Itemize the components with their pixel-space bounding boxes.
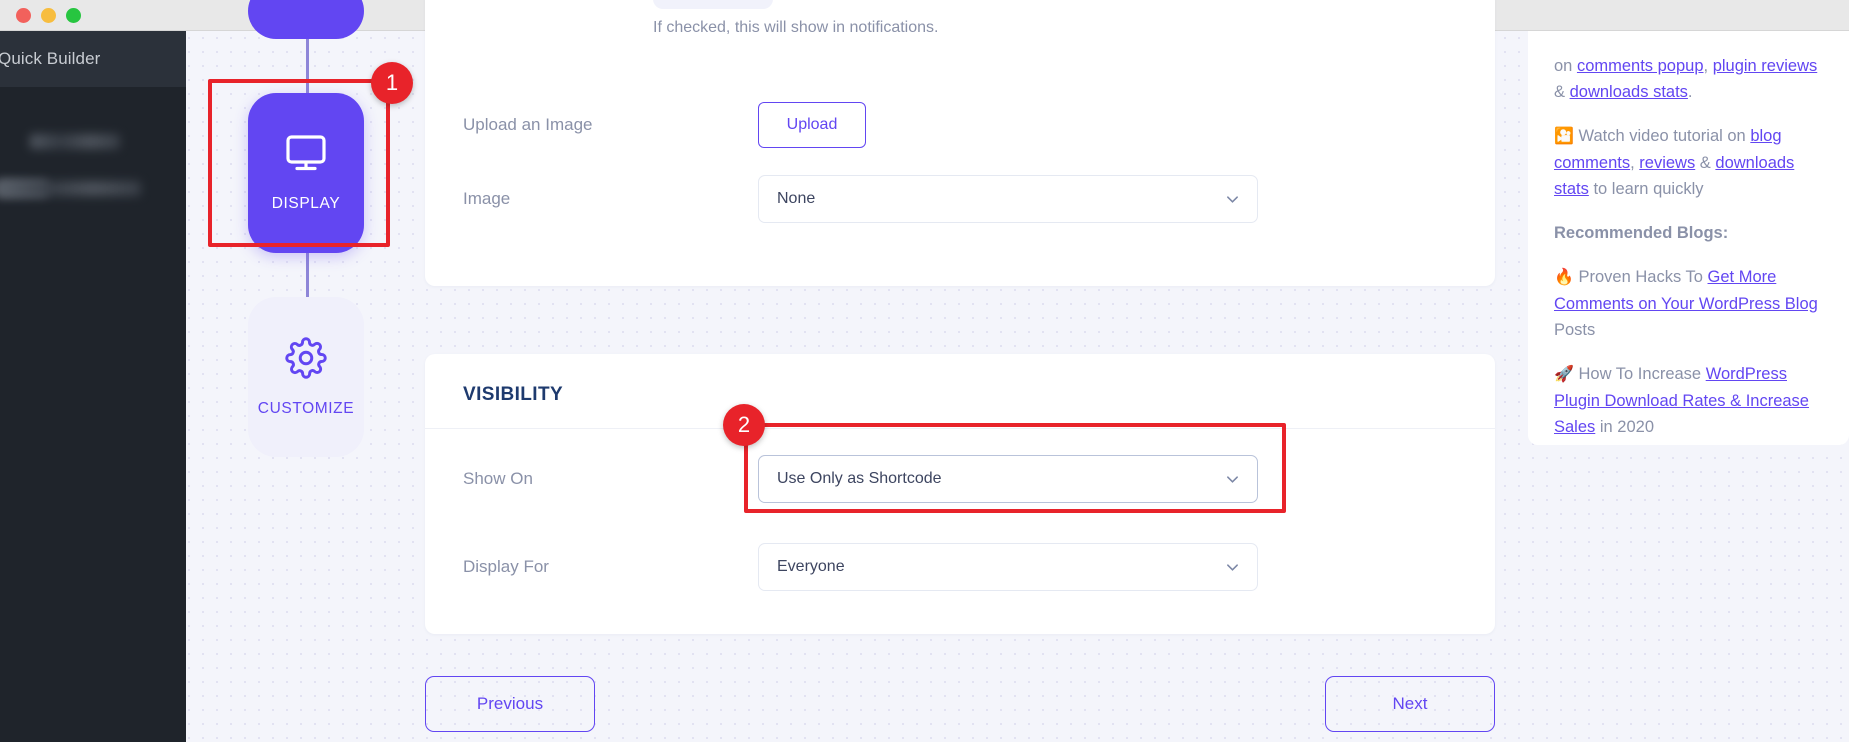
show-on-select-value: Use Only as Shortcode — [777, 470, 942, 487]
chevron-down-icon — [1226, 193, 1239, 206]
annotation-badge-1: 1 — [371, 62, 413, 104]
link-reviews[interactable]: reviews — [1639, 154, 1695, 172]
upload-button[interactable]: Upload — [758, 102, 866, 148]
link-plugin-reviews[interactable]: plugin reviews — [1713, 57, 1818, 75]
annotation-badge-2: 2 — [723, 404, 765, 446]
step-card-customize[interactable]: CUSTOMIZE — [248, 297, 364, 457]
info-p1-sep2: & — [1554, 83, 1570, 101]
info-blog-item-1: 🔥 Proven Hacks To Get More Comments on Y… — [1554, 264, 1823, 343]
image-select-value: None — [777, 190, 816, 207]
gear-icon — [285, 336, 327, 384]
previous-button[interactable]: Previous — [425, 676, 595, 732]
visibility-card-title: VISIBILITY — [463, 384, 564, 405]
info-paragraph-video: 🎦 Watch video tutorial on blog comments,… — [1554, 123, 1823, 202]
show-on-control: Use Only as Shortcode — [758, 455, 1457, 503]
blog1-lead: Proven Hacks To — [1573, 268, 1708, 286]
sidebar-redacted-item — [30, 134, 120, 149]
sidebar-redacted-item — [0, 181, 141, 196]
display-settings-card: If checked, this will show in notificati… — [425, 0, 1495, 286]
next-button[interactable]: Next — [1325, 676, 1495, 732]
show-on-select[interactable]: Use Only as Shortcode — [758, 455, 1258, 503]
display-for-control: Everyone — [758, 543, 1457, 591]
step-card-previous[interactable] — [248, 0, 364, 39]
wizard-step-rail: DISPLAY CUSTOMIZE — [226, 0, 386, 471]
info-paragraph-links: on comments popup, plugin reviews & down… — [1554, 53, 1823, 105]
maximize-window-button[interactable] — [66, 7, 81, 23]
info-p1-sep1: , — [1703, 57, 1713, 75]
image-label: Image — [463, 189, 511, 208]
form-row-display-for: Display For Everyone — [425, 529, 1495, 605]
page-body: Quick Builder DISPLAY CUSTOMIZE If check… — [0, 0, 1849, 742]
fire-icon: 🔥 — [1554, 269, 1574, 286]
display-for-label: Display For — [463, 557, 549, 576]
main-content: If checked, this will show in notificati… — [425, 0, 1495, 742]
window-traffic-lights — [16, 7, 81, 23]
minimize-window-button[interactable] — [41, 7, 56, 23]
blog1-tail: Posts — [1554, 321, 1596, 339]
blog2-lead: How To Increase — [1573, 365, 1706, 383]
image-select[interactable]: None — [758, 175, 1258, 223]
upload-image-label: Upload an Image — [463, 115, 593, 134]
notification-helper-text: If checked, this will show in notificati… — [653, 19, 939, 36]
info-p2-sep1: , — [1630, 154, 1640, 172]
info-blog-item-2: 🚀 How To Increase WordPress Plugin Downl… — [1554, 361, 1823, 440]
recommended-blogs-heading: Recommended Blogs: — [1554, 224, 1729, 242]
info-p1-tail: . — [1687, 83, 1693, 101]
form-row-upload-image: Upload an Image Upload — [425, 86, 1495, 164]
step-card-customize-label: CUSTOMIZE — [257, 399, 355, 417]
form-row-image: Image None — [425, 160, 1495, 238]
monitor-icon — [285, 134, 327, 179]
rocket-icon: 🚀 — [1554, 366, 1574, 383]
form-row-show-on: Show On Use Only as Shortcode — [425, 429, 1495, 529]
close-window-button[interactable] — [16, 7, 31, 23]
info-p2-lead: Watch video tutorial on — [1573, 127, 1751, 145]
step-card-display[interactable]: DISPLAY — [248, 93, 364, 253]
info-p2-sep2: & — [1695, 154, 1716, 172]
notification-toggle[interactable] — [653, 0, 773, 9]
rail-connector-line — [306, 31, 309, 93]
image-control: None — [758, 175, 1457, 223]
display-for-select-value: Everyone — [777, 558, 845, 575]
info-sidebar-panel: on comments popup, plugin reviews & down… — [1528, 31, 1849, 445]
chevron-down-icon — [1226, 561, 1239, 574]
info-p2-tail: to learn quickly — [1588, 180, 1704, 198]
upload-image-control: Upload — [758, 102, 1457, 148]
show-on-label: Show On — [463, 469, 533, 488]
app-sidebar: Quick Builder — [0, 31, 186, 742]
notification-helper-text-row: If checked, this will show in notificati… — [653, 19, 938, 37]
rail-connector-line — [306, 253, 309, 297]
blog2-tail: in 2020 — [1595, 418, 1654, 436]
display-for-select[interactable]: Everyone — [758, 543, 1258, 591]
sidebar-title: Quick Builder — [0, 49, 101, 68]
step-card-display-label: DISPLAY — [271, 194, 341, 212]
video-camera-icon: 🎦 — [1554, 128, 1574, 145]
info-p1-lead: on — [1554, 57, 1577, 75]
wizard-footer-nav: Previous Next — [425, 676, 1495, 732]
sidebar-header: Quick Builder — [0, 31, 186, 87]
visibility-settings-card: VISIBILITY Show On Use Only as Shortcode — [425, 354, 1495, 634]
chevron-down-icon — [1226, 473, 1239, 486]
link-comments-popup[interactable]: comments popup — [1577, 57, 1704, 75]
link-downloads-stats[interactable]: downloads stats — [1570, 83, 1688, 101]
